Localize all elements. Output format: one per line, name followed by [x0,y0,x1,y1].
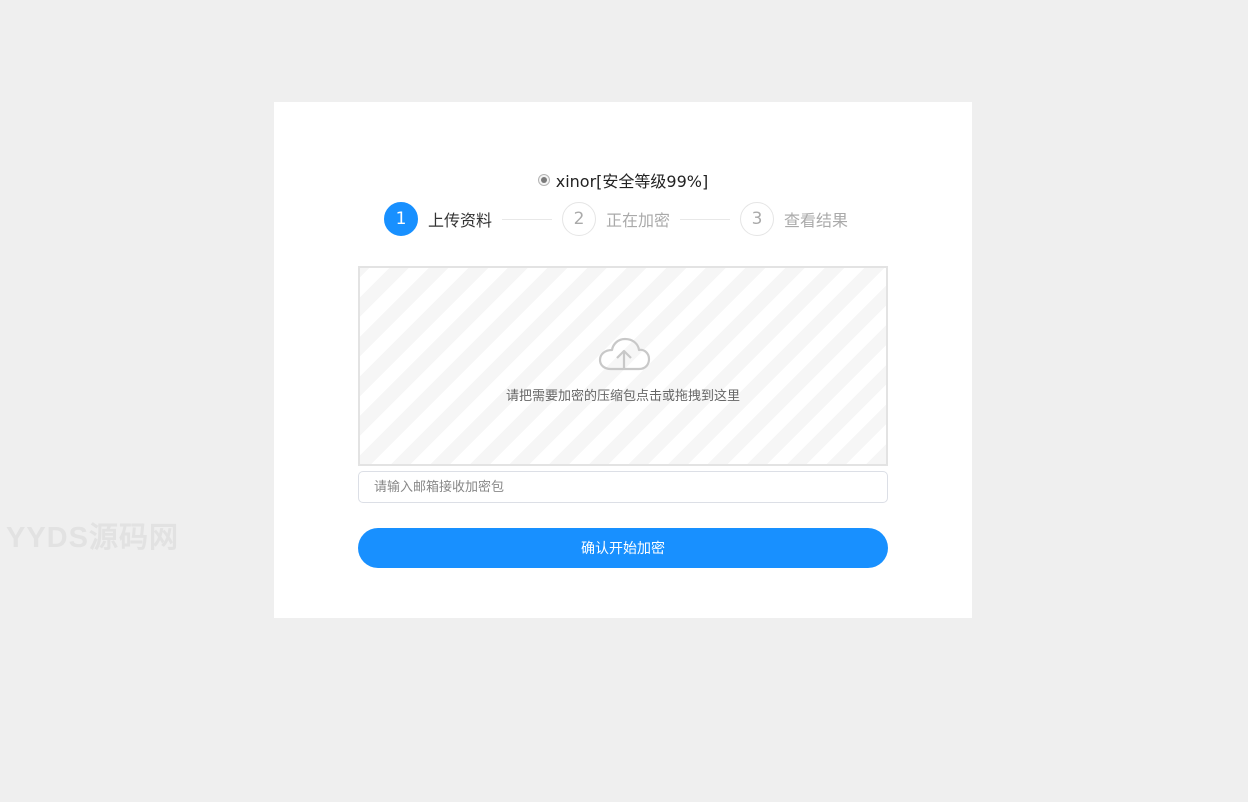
step-connector [502,218,553,220]
dropzone-hint: 请把需要加密的压缩包点击或拖拽到这里 [505,389,740,404]
algorithm-option[interactable]: xinor[安全等级99%] [274,168,972,192]
step-upload: 1 上传资料 [384,202,492,236]
progress-steps: 1 上传资料 2 正在加密 3 查看结果 [384,202,848,236]
step-number-1: 1 [384,202,418,236]
watermark-text: YYDS源码网 [6,522,179,554]
step-label-result: 查看结果 [784,211,849,230]
radio-selected-icon[interactable] [537,174,550,186]
file-dropzone[interactable]: 请把需要加密的压缩包点击或拖拽到这里 [358,266,888,466]
step-number-3: 3 [740,202,775,236]
step-label-upload: 上传资料 [428,211,493,230]
algorithm-label: xinor[安全等级99%] [555,172,709,191]
encrypt-card: xinor[安全等级99%] 1 上传资料 2 正在加密 3 查看结果 请把需要… [274,102,972,618]
step-label-encrypting: 正在加密 [606,211,671,230]
cloud-upload-icon [598,337,651,371]
step-encrypting: 2 正在加密 [562,202,670,236]
step-number-2: 2 [562,202,597,236]
step-connector [680,218,731,220]
start-encrypt-button[interactable]: 确认开始加密 [358,528,888,568]
email-input[interactable] [358,471,888,503]
step-result: 3 查看结果 [740,202,848,236]
